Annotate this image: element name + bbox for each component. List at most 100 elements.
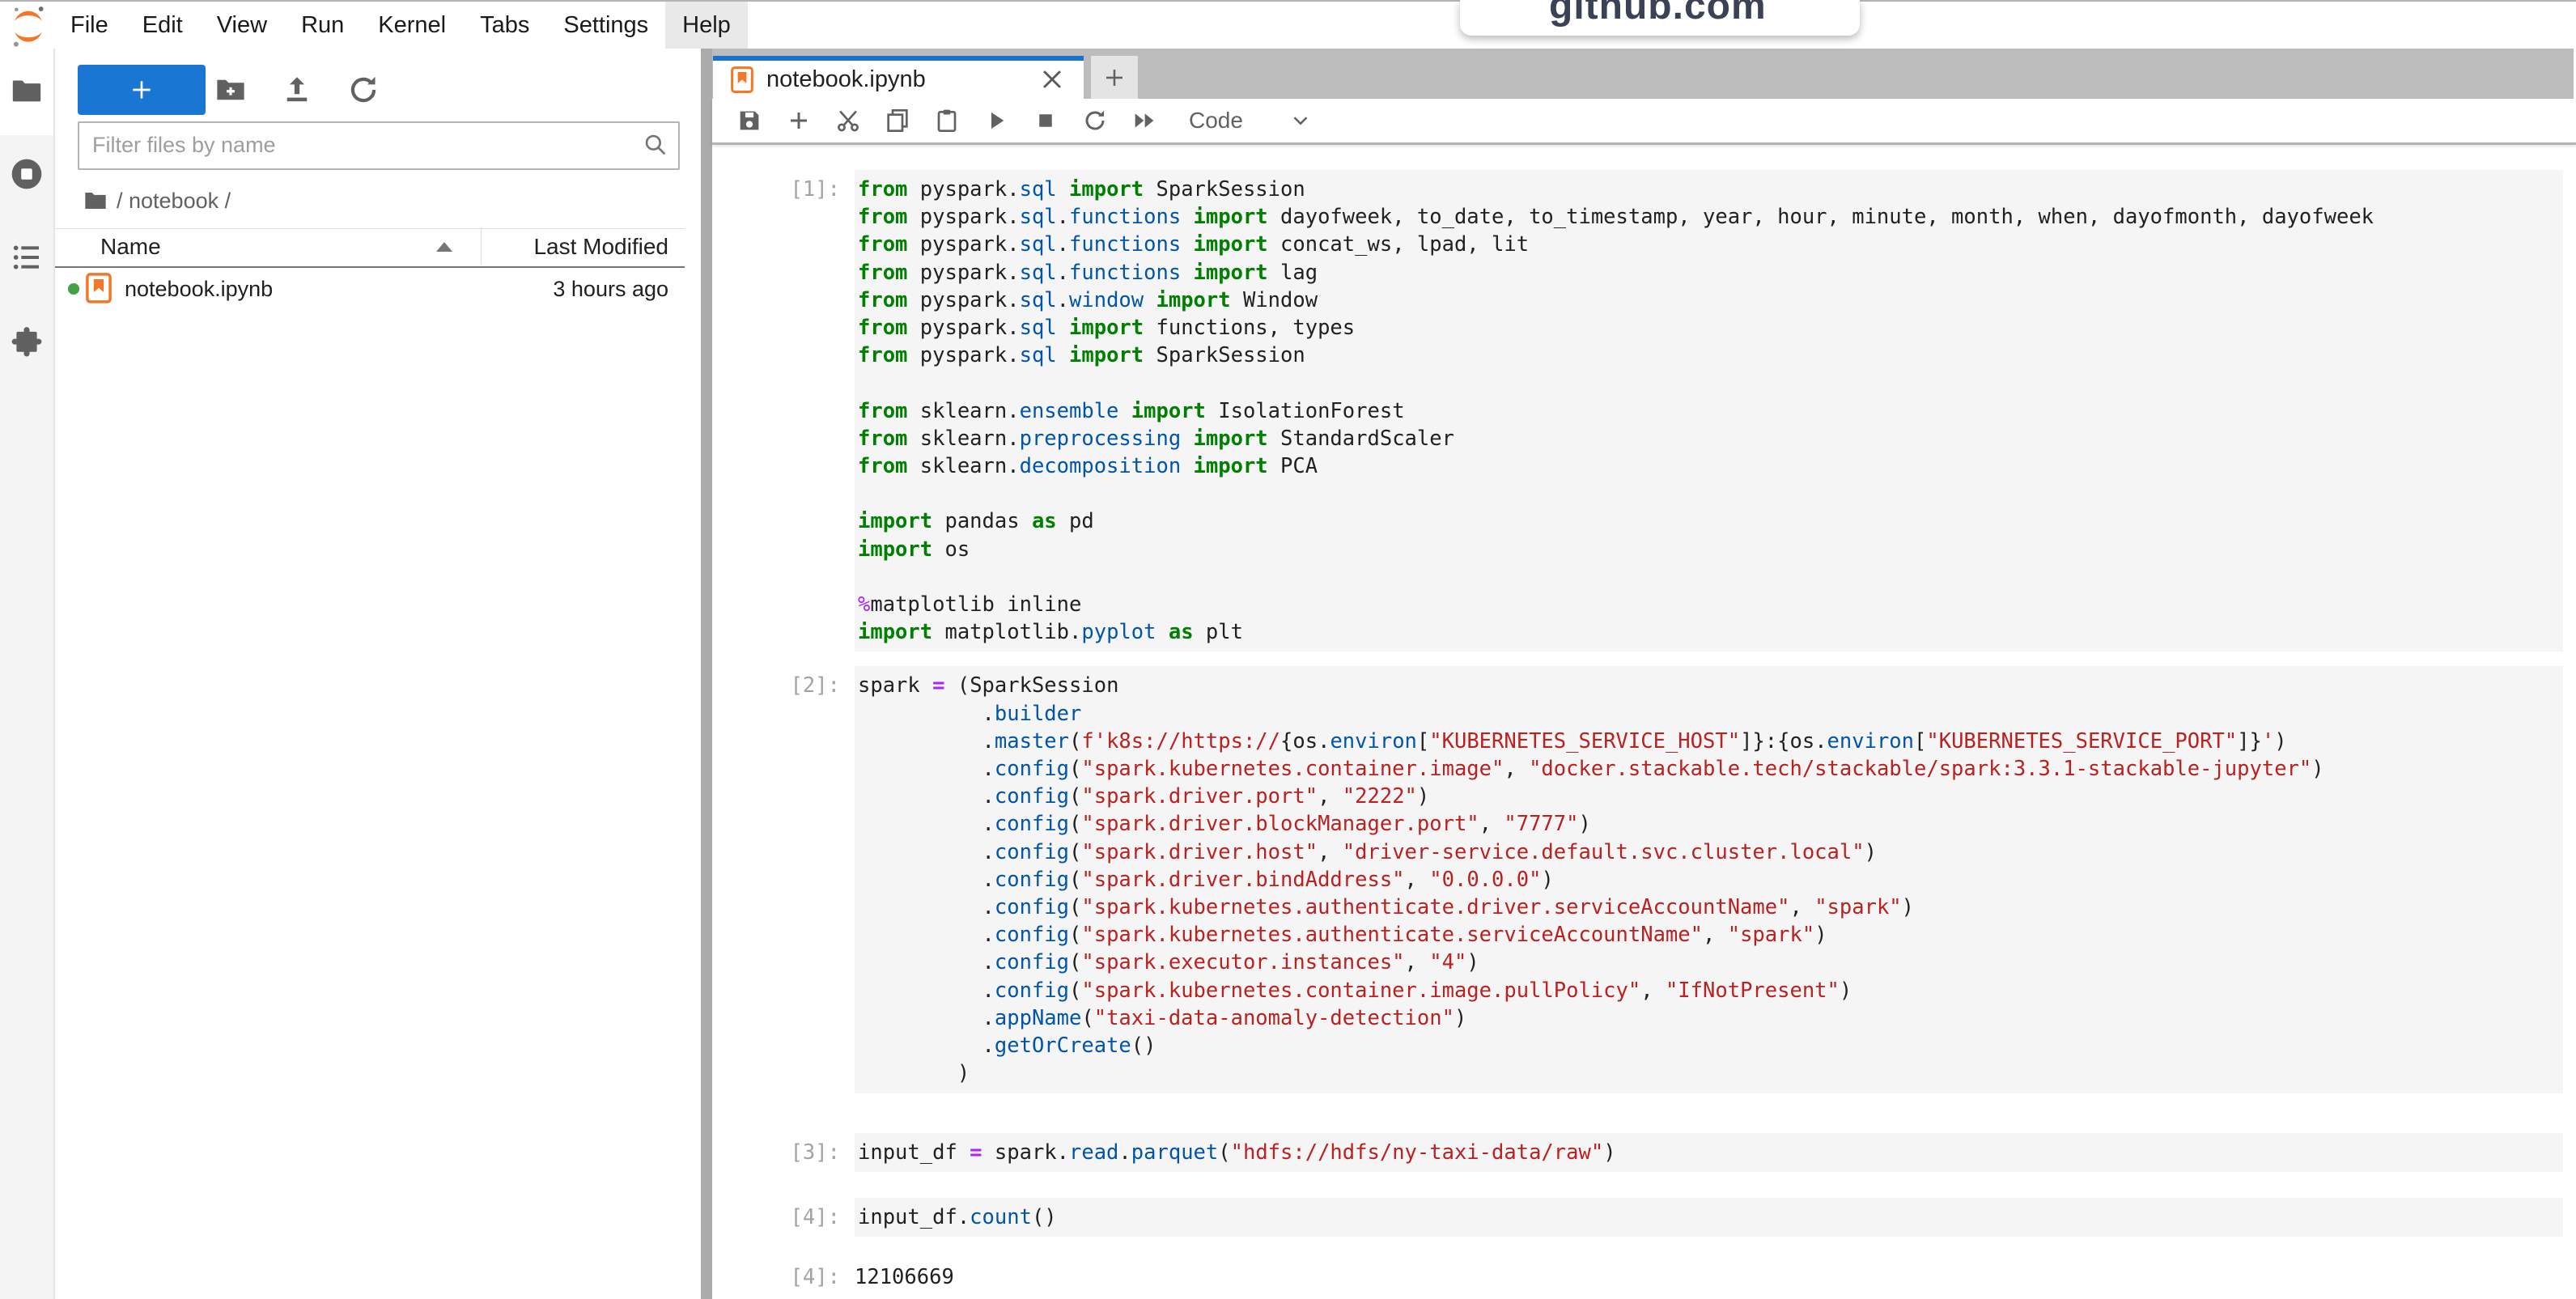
notebook-cell[interactable]: [3]:input_df = spark.read.parquet("hdfs:… bbox=[712, 1133, 2576, 1172]
cell-editor[interactable]: input_df = spark.read.parquet("hdfs://hd… bbox=[855, 1133, 2563, 1172]
file-listing-header: Name Last Modified bbox=[55, 228, 685, 268]
menu-bar: File Edit View Run Kernel Tabs Settings … bbox=[0, 2, 2576, 49]
panel-splitter[interactable] bbox=[701, 49, 712, 1299]
code-line: .config("spark.executor.instances", "4") bbox=[858, 949, 2557, 976]
jupyter-logo-icon bbox=[10, 5, 47, 45]
browser-popup[interactable]: github.com bbox=[1460, 0, 1860, 36]
breadcrumb[interactable]: / notebook / bbox=[83, 185, 231, 217]
cell-output-row: [4]:12106669 bbox=[712, 1258, 2576, 1291]
paste-cells-button[interactable] bbox=[929, 103, 965, 138]
restart-kernel-button[interactable] bbox=[1077, 103, 1113, 138]
code-line: from sklearn.decomposition import PCA bbox=[858, 452, 2557, 480]
table-of-contents-icon[interactable] bbox=[11, 241, 43, 274]
cell-editor[interactable]: spark = (SparkSession .builder .master(f… bbox=[855, 666, 2563, 1093]
jupyterlab-window: File Edit View Run Kernel Tabs Settings … bbox=[0, 0, 2576, 1299]
home-folder-icon bbox=[83, 188, 108, 214]
code-line: input_df.count() bbox=[858, 1203, 2557, 1231]
new-tab-button[interactable] bbox=[1091, 56, 1138, 99]
file-browser-icon[interactable] bbox=[11, 74, 43, 107]
cell-output-prompt: [4]: bbox=[712, 1258, 855, 1291]
copy-cells-button[interactable] bbox=[880, 103, 915, 138]
file-name: notebook.ipynb bbox=[125, 267, 273, 311]
code-line: from pyspark.sql.functions import dayofw… bbox=[858, 203, 2557, 231]
refresh-button[interactable] bbox=[346, 73, 380, 107]
chevron-down-icon[interactable] bbox=[1288, 108, 1313, 133]
kernel-running-dot bbox=[68, 283, 79, 295]
code-line: import pandas as pd bbox=[858, 507, 2557, 535]
code-line: input_df = spark.read.parquet("hdfs://hd… bbox=[858, 1139, 2557, 1166]
activity-bar bbox=[0, 49, 55, 1299]
file-modified: 3 hours ago bbox=[553, 267, 668, 311]
new-launcher-button[interactable] bbox=[78, 65, 206, 115]
notebook-toolbar: Code bbox=[712, 99, 2576, 145]
cell-output-text: 12106669 bbox=[855, 1258, 954, 1291]
tab-close-icon[interactable] bbox=[1038, 66, 1066, 93]
cell-editor[interactable]: input_df.count() bbox=[855, 1198, 2563, 1237]
sort-ascending-icon bbox=[436, 242, 452, 252]
search-icon bbox=[643, 132, 668, 158]
notebook-cell[interactable]: [4]:input_df.count() bbox=[712, 1198, 2576, 1237]
extensions-puzzle-icon[interactable] bbox=[10, 325, 44, 359]
code-line: import matplotlib.pyplot as plt bbox=[858, 618, 2557, 646]
main-area: notebook.ipynb bbox=[712, 49, 2576, 1299]
new-folder-button[interactable] bbox=[214, 73, 248, 107]
file-row[interactable]: notebook.ipynb 3 hours ago bbox=[55, 267, 685, 311]
running-kernels-icon[interactable] bbox=[9, 156, 45, 192]
menu-file[interactable]: File bbox=[53, 2, 125, 49]
save-button[interactable] bbox=[732, 103, 767, 138]
notebook-file-icon bbox=[86, 273, 112, 304]
code-line: spark = (SparkSession bbox=[858, 672, 2557, 699]
file-filter-input[interactable] bbox=[91, 123, 636, 167]
code-line: import os bbox=[858, 536, 2557, 563]
plus-icon bbox=[1102, 66, 1127, 90]
code-line: %matplotlib inline bbox=[858, 591, 2557, 618]
code-line: .config("spark.driver.host", "driver-ser… bbox=[858, 838, 2557, 866]
menu-run[interactable]: Run bbox=[284, 2, 361, 49]
restart-run-all-button[interactable] bbox=[1127, 103, 1162, 138]
cell-input-prompt: [2]: bbox=[712, 666, 855, 699]
code-line bbox=[858, 369, 2557, 397]
menu-help[interactable]: Help bbox=[665, 2, 748, 49]
code-line: .master(f'k8s://https://{os.environ["KUB… bbox=[858, 728, 2557, 755]
breadcrumb-path: / notebook / bbox=[117, 189, 231, 214]
code-line: .config("spark.kubernetes.container.imag… bbox=[858, 755, 2557, 783]
cell-type-dropdown[interactable]: Code bbox=[1189, 108, 1243, 134]
menu-settings[interactable]: Settings bbox=[546, 2, 665, 49]
column-header-last-modified[interactable]: Last Modified bbox=[533, 229, 668, 265]
popup-domain-text: github.com bbox=[1549, 0, 1767, 28]
interrupt-kernel-button[interactable] bbox=[1028, 103, 1063, 138]
code-line: .getOrCreate() bbox=[858, 1032, 2557, 1059]
notebook-cell[interactable]: [1]:from pyspark.sql import SparkSession… bbox=[712, 170, 2576, 652]
menu-view[interactable]: View bbox=[200, 2, 284, 49]
notebook-cell[interactable]: [2]:spark = (SparkSession .builder .mast… bbox=[712, 666, 2576, 1093]
code-line: from sklearn.preprocessing import Standa… bbox=[858, 425, 2557, 452]
menu-kernel[interactable]: Kernel bbox=[361, 2, 463, 49]
code-line: .config("spark.driver.port", "2222") bbox=[858, 783, 2557, 810]
menu-edit[interactable]: Edit bbox=[125, 2, 200, 49]
code-line: from pyspark.sql.window import Window bbox=[858, 287, 2557, 314]
run-cell-button[interactable] bbox=[978, 103, 1014, 138]
document-tab-bar: notebook.ipynb bbox=[712, 49, 2574, 99]
code-line: from sklearn.ensemble import IsolationFo… bbox=[858, 397, 2557, 425]
code-line: from pyspark.sql import functions, types bbox=[858, 314, 2557, 342]
file-filter-box bbox=[78, 121, 680, 170]
code-line: from pyspark.sql.functions import concat… bbox=[858, 231, 2557, 258]
menu-tabs[interactable]: Tabs bbox=[463, 2, 546, 49]
code-line: .builder bbox=[858, 700, 2557, 728]
cell-input-prompt: [3]: bbox=[712, 1133, 855, 1166]
code-line: .config("spark.kubernetes.authenticate.d… bbox=[858, 894, 2557, 921]
add-cell-button[interactable] bbox=[781, 103, 817, 138]
upload-button[interactable] bbox=[280, 73, 314, 107]
code-line: .config("spark.driver.bindAddress", "0.0… bbox=[858, 866, 2557, 894]
file-browser-panel: / notebook / Name Last Modified notebook… bbox=[55, 49, 701, 1299]
code-line: from pyspark.sql.functions import lag bbox=[858, 259, 2557, 287]
cut-cells-button[interactable] bbox=[830, 103, 866, 138]
notebook-cells: [1]:from pyspark.sql import SparkSession… bbox=[712, 147, 2576, 1299]
tab-notebook[interactable]: notebook.ipynb bbox=[713, 56, 1084, 99]
cell-editor[interactable]: from pyspark.sql import SparkSessionfrom… bbox=[855, 170, 2563, 652]
code-line: .config("spark.kubernetes.container.imag… bbox=[858, 977, 2557, 1004]
menu-items: File Edit View Run Kernel Tabs Settings … bbox=[53, 2, 748, 49]
column-header-name[interactable]: Name bbox=[100, 229, 482, 265]
code-line bbox=[858, 563, 2557, 591]
code-line: .appName("taxi-data-anomaly-detection") bbox=[858, 1004, 2557, 1032]
